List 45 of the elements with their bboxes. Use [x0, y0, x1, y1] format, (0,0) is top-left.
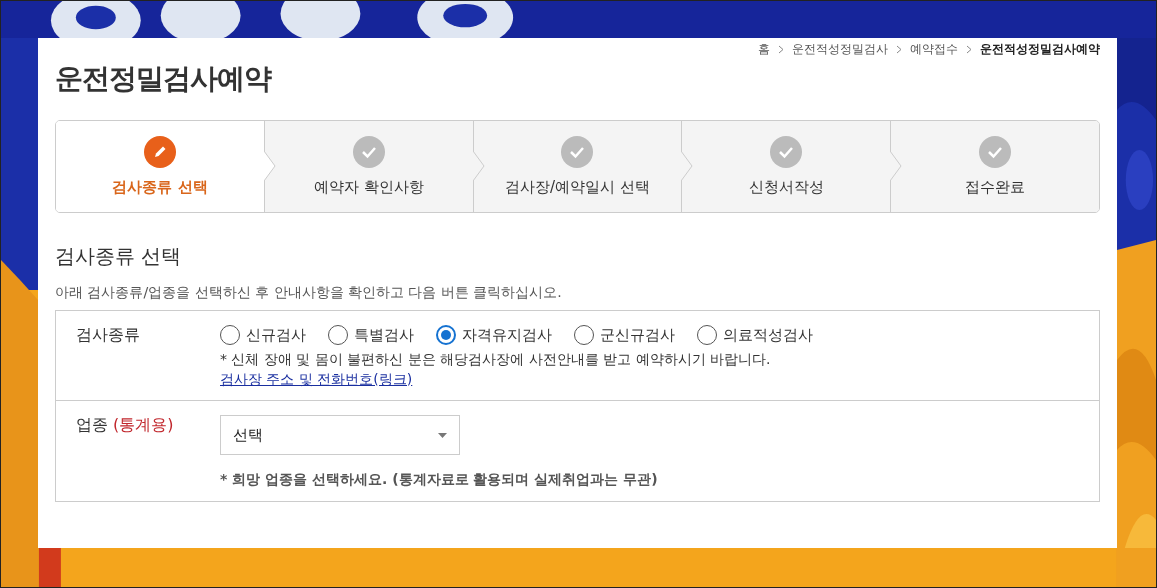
check-icon	[352, 136, 385, 168]
radio-label: 신규검사	[246, 325, 306, 345]
radio-button[interactable]	[697, 325, 717, 345]
chevron-right-icon	[896, 44, 902, 54]
hint-text: * 희망 업종을 선택하세요. (통계자료로 활용되며 실제취업과는 무관)	[220, 471, 658, 489]
address-link[interactable]: 검사장 주소 및 전화번호(링크)	[220, 371, 813, 389]
check-icon	[979, 136, 1012, 168]
radio-label: 특별검사	[354, 325, 414, 345]
breadcrumb-item[interactable]: 예약접수	[910, 40, 958, 58]
radio-button[interactable]	[328, 325, 348, 345]
chevron-right-icon	[778, 44, 784, 54]
industry-select[interactable]: 선택	[220, 415, 460, 455]
section-heading: 검사종류 선택	[55, 243, 182, 270]
chevron-right-icon	[966, 44, 972, 54]
chevron-icon	[263, 151, 276, 181]
page-title: 운전정밀검사예약	[55, 61, 271, 97]
check-icon	[561, 136, 594, 168]
caret-icon	[438, 432, 447, 438]
radio-button[interactable]	[220, 325, 240, 345]
field-label: 검사종류	[76, 325, 140, 344]
radio-button[interactable]	[436, 325, 456, 345]
radio-option[interactable]: 의료적성검사	[697, 325, 813, 345]
chevron-icon	[890, 151, 903, 181]
chevron-icon	[681, 151, 694, 181]
radio-button[interactable]	[574, 325, 594, 345]
step-tab[interactable]: 예약자 확인사항	[263, 121, 473, 212]
breadcrumb-item[interactable]: 운전적성정밀검사예약	[980, 40, 1100, 58]
section-description: 아래 검사종류/업종을 선택하신 후 안내사항을 확인하고 다음 버튼 클릭하십시오.	[55, 284, 562, 302]
pencil-icon	[143, 136, 176, 168]
radio-label: 군신규검사	[600, 325, 675, 345]
radio-option[interactable]: 자격유지검사	[436, 325, 552, 345]
radio-option[interactable]: 신규검사	[220, 325, 306, 345]
step-tab[interactable]: 신청서작성	[681, 121, 891, 212]
step-tab[interactable]: 접수완료	[890, 121, 1099, 212]
notice-text: * 신체 장애 및 몸이 불편하신 분은 해당검사장에 사전안내를 받고 예약하시기 바랍니다.	[220, 351, 772, 369]
chevron-icon	[472, 151, 485, 181]
radio-label: 의료적성검사	[723, 325, 813, 345]
radio-option[interactable]: 특별검사	[328, 325, 414, 345]
field-label: 업종 (통계용)	[76, 415, 174, 434]
radio-label: 자격유지검사	[462, 325, 552, 345]
step-tab[interactable]: 검사장/예약일시 선택	[472, 121, 682, 212]
check-icon	[770, 136, 803, 168]
radio-option[interactable]: 군신규검사	[574, 325, 675, 345]
breadcrumb-item[interactable]: 홈	[758, 40, 770, 58]
breadcrumb-item[interactable]: 운전적성정밀검사	[792, 40, 888, 58]
